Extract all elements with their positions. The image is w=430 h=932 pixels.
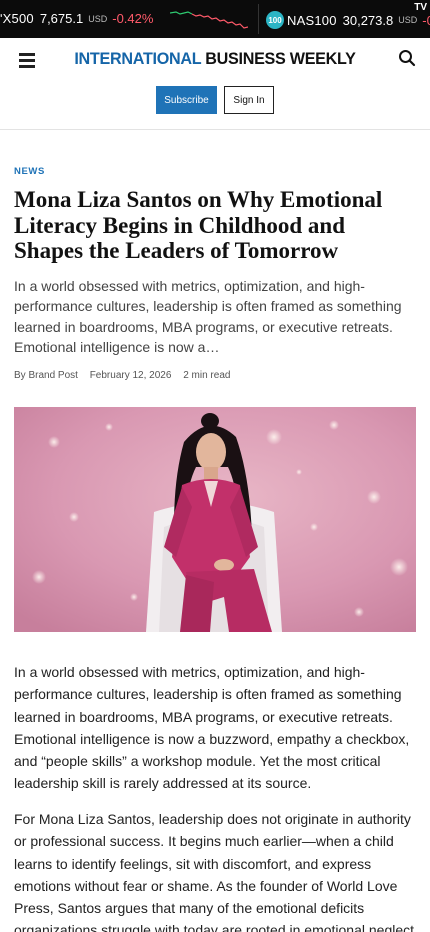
ticker-change: -0 bbox=[422, 12, 430, 28]
article-category[interactable]: NEWS bbox=[14, 166, 45, 177]
article-paragraph-2: For Mona Liza Santos, leadership does no… bbox=[14, 811, 415, 932]
logo-part-international: INTERNATIONAL bbox=[74, 49, 202, 68]
ticker-symbol: ʹX500 bbox=[0, 11, 34, 26]
ticker-currency: USD bbox=[398, 15, 418, 25]
site-logo[interactable]: INTERNATIONAL BUSINESS WEEKLY bbox=[11, 49, 420, 69]
search-icon[interactable] bbox=[398, 49, 416, 67]
ticker-price: 30,273.8 bbox=[342, 12, 394, 28]
tradingview-logo[interactable]: TV bbox=[414, 2, 427, 13]
article-read-time: 2 min read bbox=[183, 370, 231, 381]
ticker-symbol: NAS100 bbox=[287, 12, 337, 28]
sign-in-button[interactable]: Sign In bbox=[224, 86, 274, 114]
article-meta: By Brand Post February 12, 2026 2 min re… bbox=[14, 370, 239, 381]
article-paragraph-1: In a world obsessed with metrics, optimi… bbox=[14, 664, 410, 792]
ticker-divider bbox=[258, 4, 259, 34]
ticker-item-spx[interactable]: ʹX500 7,675.1 USD -0.42% bbox=[0, 11, 153, 26]
article-date: February 12, 2026 bbox=[89, 370, 172, 381]
logo-part-business-weekly: BUSINESS WEEKLY bbox=[201, 49, 356, 68]
article-excerpt: In a world obsessed with metrics, optimi… bbox=[14, 278, 402, 355]
market-ticker[interactable]: ʹX500 7,675.1 USD -0.42% 100 NAS100 30,2… bbox=[0, 0, 430, 38]
site-header: INTERNATIONAL BUSINESS WEEKLY Subscribe … bbox=[0, 38, 430, 130]
article-author[interactable]: By Brand Post bbox=[14, 370, 78, 381]
ticker-change: -0.42% bbox=[112, 11, 154, 26]
portrait-illustration bbox=[14, 407, 416, 632]
ticker-item-nas100[interactable]: 100 NAS100 30,273.8 USD -0 bbox=[266, 11, 430, 29]
subscribe-button[interactable]: Subscribe bbox=[156, 86, 217, 114]
ticker-currency: USD bbox=[88, 13, 108, 24]
index-badge-icon: 100 bbox=[266, 11, 284, 29]
sparkline-chart bbox=[170, 11, 248, 29]
ticker-price: 7,675.1 bbox=[39, 11, 84, 26]
article-hero-image bbox=[14, 407, 416, 632]
article-title: Mona Liza Santos on Why Emotional Litera… bbox=[14, 187, 383, 263]
